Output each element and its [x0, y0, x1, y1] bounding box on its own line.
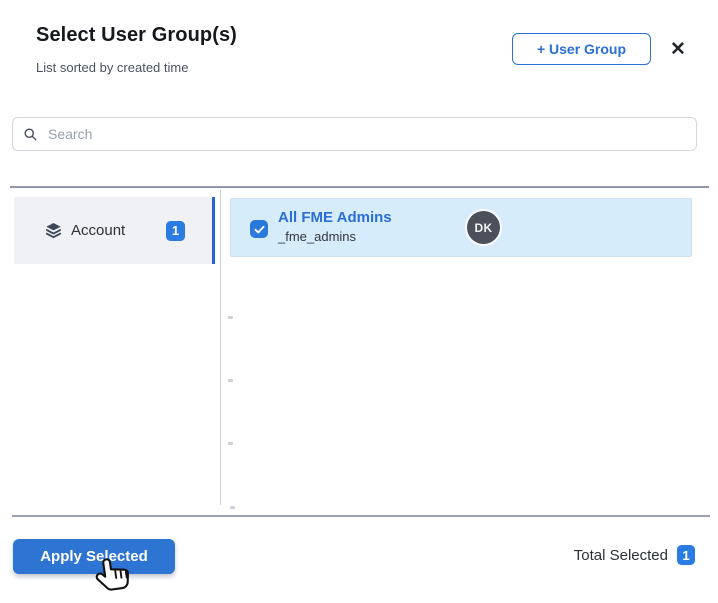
panel-divider — [220, 190, 221, 505]
sort-hint-text: List sorted by created time — [36, 60, 189, 75]
search-box[interactable] — [12, 117, 697, 151]
total-selected: Total Selected 1 — [574, 544, 695, 566]
account-count-badge: 1 — [166, 220, 185, 241]
divider — [12, 515, 710, 517]
group-name[interactable]: All FME Admins — [278, 209, 392, 227]
layers-icon — [44, 221, 63, 240]
group-checkbox[interactable] — [250, 220, 268, 238]
sidebar-item-label: Account — [71, 222, 126, 239]
group-id: _fme_admins — [278, 229, 357, 244]
page-title: Select User Group(s) — [36, 24, 237, 46]
check-icon — [254, 225, 264, 233]
user-group-row[interactable]: All FME Admins _fme_admins DK — [230, 198, 692, 257]
add-user-group-button[interactable]: + User Group — [512, 33, 651, 65]
list-placeholder-dot — [228, 379, 233, 382]
search-input[interactable] — [46, 125, 686, 143]
selected-indicator-bar — [211, 197, 215, 264]
search-icon — [23, 127, 38, 142]
close-icon[interactable]: ✕ — [666, 37, 690, 61]
list-placeholder-dot — [230, 506, 235, 509]
apply-selected-button[interactable]: Apply Selected — [13, 539, 175, 574]
total-selected-badge: 1 — [677, 545, 695, 565]
divider — [10, 186, 709, 188]
total-selected-label: Total Selected — [573, 546, 668, 564]
list-placeholder-dot — [228, 442, 233, 445]
sidebar-item-account[interactable]: Account 1 — [14, 197, 215, 264]
list-placeholder-dot — [228, 316, 233, 319]
avatar: DK — [467, 211, 500, 244]
